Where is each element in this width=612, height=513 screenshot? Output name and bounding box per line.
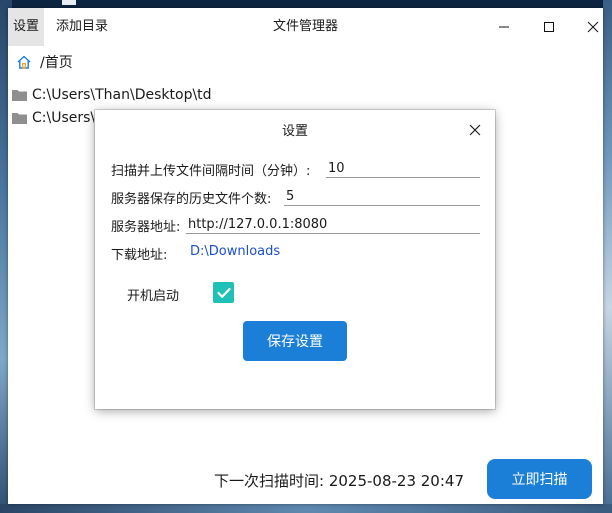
maximize-button[interactable]	[526, 8, 572, 46]
checkmark-icon	[216, 287, 231, 298]
download-path-label: 下载地址:	[111, 248, 168, 263]
minimize-button[interactable]	[481, 8, 527, 46]
breadcrumb-path[interactable]: /首页	[40, 52, 73, 72]
folder-path: C:\Users\	[32, 110, 96, 126]
wallpaper-right-edge	[603, 0, 612, 513]
autostart-checkbox[interactable]	[213, 282, 234, 303]
title-bar: 设置 添加目录 文件管理器	[8, 8, 603, 46]
server-address-input[interactable]	[186, 215, 480, 234]
list-item[interactable]: C:\Users\	[12, 107, 95, 129]
autostart-label: 开机启动	[127, 289, 180, 304]
maximize-icon	[544, 22, 554, 32]
wallpaper-bottom-edge	[0, 504, 612, 513]
server-address-label: 服务器地址:	[111, 220, 181, 235]
history-count-label: 服务器保存的历史文件个数:	[111, 192, 272, 207]
settings-menu[interactable]: 设置	[8, 8, 44, 46]
dialog-title: 设置	[281, 124, 308, 139]
folder-icon	[12, 113, 27, 124]
list-item[interactable]: C:\Users\Than\Desktop\td	[12, 84, 212, 106]
folder-path: C:\Users\Than\Desktop\td	[32, 87, 212, 103]
close-icon	[469, 124, 481, 136]
scan-now-button[interactable]: 立即扫描	[487, 459, 592, 499]
interval-label: 扫描并上传文件间隔时间（分钟）:	[111, 164, 311, 179]
download-path-link[interactable]: D:\Downloads	[190, 244, 280, 259]
minimize-icon	[499, 26, 509, 28]
dialog-close-button[interactable]	[465, 120, 485, 140]
add-directory-menu[interactable]: 添加目录	[50, 8, 114, 46]
folder-icon	[12, 90, 27, 101]
breadcrumb: /首页	[16, 52, 73, 72]
save-settings-button[interactable]: 保存设置	[243, 321, 347, 361]
home-icon[interactable]	[16, 54, 32, 70]
desktop-icon-fragment	[62, 0, 76, 5]
history-count-input[interactable]	[284, 187, 480, 206]
interval-input[interactable]	[326, 159, 480, 178]
close-window-button[interactable]	[570, 8, 612, 46]
close-icon	[587, 21, 599, 33]
settings-dialog: 设置 扫描并上传文件间隔时间（分钟）: 服务器保存的历史文件个数: 服务器地址:…	[95, 110, 495, 409]
next-scan-status: 下一次扫描时间: 2025-08-23 20:47	[214, 472, 464, 490]
